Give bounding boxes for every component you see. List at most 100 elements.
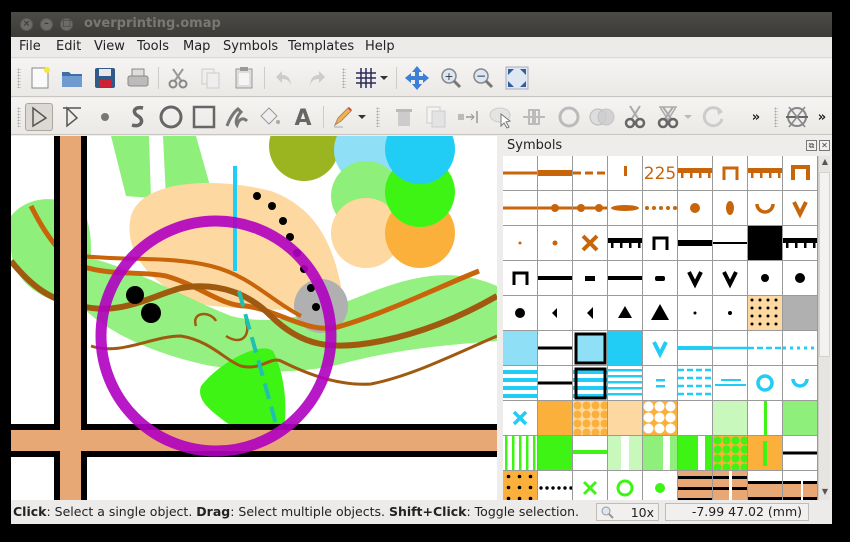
symbol-cell[interactable]	[608, 191, 643, 226]
symbol-cell[interactable]	[748, 366, 783, 401]
float-panel-button[interactable]: ⧉	[806, 140, 817, 151]
symbol-cell[interactable]	[678, 366, 713, 401]
symbol-cell[interactable]	[783, 191, 818, 226]
menu-help[interactable]: Help	[365, 39, 395, 54]
symbol-cell[interactable]	[538, 226, 573, 261]
save-button[interactable]	[91, 64, 119, 92]
symbol-cell[interactable]	[538, 331, 573, 366]
fill-border-button[interactable]	[487, 103, 515, 131]
symbol-cell[interactable]	[643, 401, 678, 436]
menu-view[interactable]: View	[94, 39, 125, 54]
redo-button[interactable]	[303, 64, 331, 92]
symbol-cell[interactable]	[573, 226, 608, 261]
menu-symbols[interactable]: Symbols	[223, 39, 278, 54]
symbol-cell[interactable]	[573, 156, 608, 191]
copy-button[interactable]	[197, 64, 225, 92]
symbol-cell[interactable]	[783, 261, 818, 296]
draw-path-button[interactable]	[124, 103, 152, 131]
pencil-button[interactable]	[329, 103, 357, 131]
window-minimize-button[interactable]: –	[40, 18, 53, 31]
symbol-cell[interactable]	[678, 156, 713, 191]
symbol-cell[interactable]	[503, 156, 538, 191]
symbol-cell[interactable]	[748, 156, 783, 191]
symbol-cell[interactable]	[608, 296, 643, 331]
window-close-button[interactable]: ×	[20, 18, 33, 31]
edit-lines-button[interactable]	[58, 103, 86, 131]
grid-menu-button[interactable]	[377, 64, 391, 92]
menu-edit[interactable]: Edit	[56, 39, 81, 54]
symbol-cell[interactable]	[503, 331, 538, 366]
close-panel-button[interactable]: ✕	[819, 140, 830, 151]
symbol-cell[interactable]	[713, 401, 748, 436]
toolbar-overflow-button[interactable]: »	[746, 103, 766, 131]
symbol-cell[interactable]	[573, 366, 608, 401]
intersect-areas-button[interactable]	[588, 103, 616, 131]
symbol-cell[interactable]	[713, 226, 748, 261]
symbol-cell[interactable]	[748, 191, 783, 226]
symbol-cell[interactable]	[643, 296, 678, 331]
menu-file[interactable]: File	[19, 39, 41, 54]
delete-button[interactable]	[390, 103, 418, 131]
menu-tools[interactable]: Tools	[137, 39, 169, 54]
symbol-cell[interactable]	[503, 366, 538, 401]
symbol-cell[interactable]	[503, 226, 538, 261]
symbol-cell[interactable]	[608, 226, 643, 261]
symbol-cell[interactable]	[678, 401, 713, 436]
symbol-cell[interactable]	[503, 191, 538, 226]
map-canvas[interactable]	[11, 136, 497, 500]
symbol-cell[interactable]	[538, 296, 573, 331]
symbol-cell[interactable]	[748, 401, 783, 436]
symbol-cell[interactable]	[783, 226, 818, 261]
symbol-cell[interactable]	[608, 366, 643, 401]
symbol-cell[interactable]	[538, 156, 573, 191]
connect-paths-button[interactable]	[520, 103, 548, 131]
toolbar-grip[interactable]	[774, 107, 778, 127]
symbol-cell[interactable]	[643, 436, 678, 471]
symbol-cell[interactable]	[503, 261, 538, 296]
print-button[interactable]	[124, 64, 152, 92]
zoom-out-button[interactable]: −	[469, 64, 497, 92]
write-text-button[interactable]: A	[289, 103, 317, 131]
symbol-cell[interactable]	[608, 436, 643, 471]
symbol-cell[interactable]	[713, 331, 748, 366]
symbol-cell[interactable]	[748, 296, 783, 331]
symbol-cell[interactable]	[713, 156, 748, 191]
symbol-cell[interactable]	[748, 331, 783, 366]
cut-button[interactable]	[164, 64, 192, 92]
symbol-cell[interactable]	[573, 401, 608, 436]
symbol-cell[interactable]	[678, 226, 713, 261]
symbol-cell[interactable]	[573, 261, 608, 296]
toolbar-overflow-button-2[interactable]: »	[814, 103, 830, 131]
symbol-cell[interactable]	[573, 191, 608, 226]
edit-objects-button[interactable]	[25, 103, 53, 131]
symbol-cell[interactable]	[713, 191, 748, 226]
symbol-cell[interactable]	[678, 191, 713, 226]
draw-freehand-button[interactable]	[223, 103, 251, 131]
window-maximize-button[interactable]: □	[60, 18, 73, 31]
symbol-cell[interactable]	[573, 296, 608, 331]
scroll-up-button[interactable]: ▲	[820, 157, 830, 169]
symbol-cell[interactable]	[643, 226, 678, 261]
grid-toggle-button[interactable]	[352, 64, 380, 92]
symbol-cell[interactable]	[538, 401, 573, 436]
toolbar-grip[interactable]	[376, 107, 380, 127]
cut-hole-button[interactable]	[654, 103, 682, 131]
symbol-cell[interactable]	[643, 261, 678, 296]
symbol-cell[interactable]	[783, 401, 818, 436]
switch-symbol-button[interactable]	[454, 103, 482, 131]
new-file-button[interactable]	[26, 64, 54, 92]
open-file-button[interactable]	[58, 64, 86, 92]
toolbar-grip[interactable]	[17, 107, 21, 127]
symbol-cell[interactable]	[748, 436, 783, 471]
symbol-cell[interactable]	[713, 366, 748, 401]
zoom-level-field[interactable]: 10x	[596, 503, 659, 521]
symbol-cell[interactable]	[678, 296, 713, 331]
symbol-cell[interactable]	[643, 366, 678, 401]
symbol-cell[interactable]	[643, 191, 678, 226]
symbol-cell[interactable]	[503, 436, 538, 471]
symbol-cell[interactable]	[573, 331, 608, 366]
duplicate-button[interactable]	[422, 103, 450, 131]
draw-circle-button[interactable]	[157, 103, 185, 131]
symbol-cell[interactable]	[573, 436, 608, 471]
symbol-cell[interactable]	[503, 401, 538, 436]
